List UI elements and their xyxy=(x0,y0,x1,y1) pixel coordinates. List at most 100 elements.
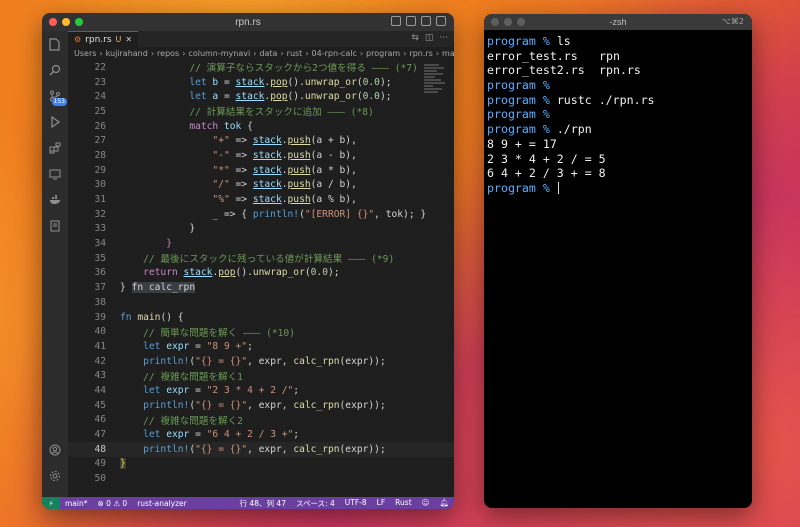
code-line[interactable]: 38 xyxy=(68,295,454,310)
toggle-secondary-sidebar-icon[interactable] xyxy=(421,16,431,26)
account-icon[interactable] xyxy=(42,437,68,463)
code-line[interactable]: 23 let b = stack. pop (). unwrap_or(0.0); xyxy=(68,75,454,90)
code-line[interactable]: 34 } xyxy=(68,236,454,251)
code-token: stack xyxy=(235,76,265,88)
code-line[interactable]: 48 println!("{} = {}", expr, calc_rpn (ex… xyxy=(68,441,454,457)
minimize-window-button[interactable] xyxy=(62,18,70,26)
file-name: rpn.rs xyxy=(599,63,641,78)
status-eol[interactable]: LF xyxy=(372,498,391,509)
breadcrumb-item[interactable]: 04-rpn-calc xyxy=(312,49,357,58)
code-line[interactable]: 26 match tok { xyxy=(68,119,454,134)
code-line[interactable]: 22 // 演算子ならスタックから2つ値を得る ——— (*7) xyxy=(68,60,454,75)
code-line[interactable]: 46 // 複雑な問題を解く2 xyxy=(68,413,454,428)
run-debug-icon[interactable] xyxy=(42,109,68,135)
terminal-minimize-button[interactable] xyxy=(504,18,512,26)
breadcrumb-item[interactable]: Users xyxy=(74,49,96,58)
code-line[interactable]: 24 let a = stack. pop (). unwrap_or(0.0); xyxy=(68,89,454,104)
status-language[interactable]: Rust xyxy=(390,498,416,509)
line-number: 40 xyxy=(94,326,106,338)
code-line[interactable]: 41 let expr = "8 9 +"; xyxy=(68,339,454,354)
remote-explorer-icon[interactable] xyxy=(42,161,68,187)
close-window-button[interactable] xyxy=(49,18,57,26)
status-bar: ⚡ main* ⊗ 0 ⚠ 0 rust-analyzer 行 48、列 47 … xyxy=(42,497,454,509)
close-tab-icon[interactable]: ✕ xyxy=(125,35,132,44)
tab-rpn-rs[interactable]: ⚙ rpn.rs U ✕ xyxy=(68,31,139,47)
status-problems[interactable]: ⊗ 0 ⚠ 0 xyxy=(93,499,133,508)
code-line[interactable]: 50 xyxy=(68,471,454,486)
code-line[interactable]: 37} fn calc_rpn xyxy=(68,280,454,295)
code-token: return xyxy=(143,267,184,279)
code-line[interactable]: 45 println!("{} = {}", expr, calc_rpn (ex… xyxy=(68,398,454,413)
status-cursor-position[interactable]: 行 48、列 47 xyxy=(235,498,291,509)
toggle-panel-icon[interactable] xyxy=(406,16,416,26)
terminal-titlebar: -zsh ⌥⌘2 xyxy=(484,14,752,30)
feedback-icon[interactable]: ☺ xyxy=(417,498,435,509)
terminal-output[interactable]: program % ls error_test.rs rpn error_test2.… xyxy=(484,30,752,200)
terminal-line: error_test.rs rpn xyxy=(487,49,749,64)
code-line[interactable]: 42 println!("{} = {}", expr, calc_rpn (ex… xyxy=(68,354,454,369)
code-line[interactable]: 25 // 計算結果をスタックに追加 ——— (*8) xyxy=(68,104,454,119)
settings-gear-icon[interactable] xyxy=(42,463,68,489)
code-token: stack xyxy=(252,149,282,161)
status-language-server[interactable]: rust-analyzer xyxy=(132,499,192,508)
code-line[interactable]: 49} xyxy=(68,457,454,472)
code-token: "{} = {}" xyxy=(195,443,248,455)
terminal-close-button[interactable] xyxy=(491,18,499,26)
customize-layout-icon[interactable] xyxy=(436,16,446,26)
code-view[interactable]: 22 // 演算子ならスタックから2つ値を得る ——— (*7) 23 let b… xyxy=(68,60,454,497)
breadcrumb-item[interactable]: column-mynavi xyxy=(188,49,250,58)
code-line[interactable]: 30 "/" => stack. push (a / b), xyxy=(68,178,454,193)
compare-changes-icon[interactable]: ⇆ xyxy=(411,33,419,43)
breadcrumb-item[interactable]: rpn.rs xyxy=(409,49,432,58)
terminal-line: program % xyxy=(487,78,749,93)
code-token: => xyxy=(229,179,253,191)
breadcrumb-item[interactable]: kujirahand xyxy=(106,49,148,58)
zoom-window-button[interactable] xyxy=(75,18,83,26)
code-line[interactable]: 47 let expr = "6 4 + 2 / 3 +"; xyxy=(68,427,454,442)
code-line[interactable]: 27 "+" => stack. push (a + b), xyxy=(68,133,454,148)
code-line[interactable]: 43 // 複雑な問題を解く1 xyxy=(68,368,454,383)
breadcrumb-item[interactable]: data xyxy=(259,49,277,58)
line-number: 48 xyxy=(94,443,106,455)
status-indentation[interactable]: スペース: 4 xyxy=(291,498,340,509)
code-line[interactable]: 29 "*" => stack. push (a * b), xyxy=(68,163,454,178)
status-encoding[interactable]: UTF-8 xyxy=(340,498,372,509)
code-line[interactable]: 44 let expr = "2 3 * 4 + 2 /"; xyxy=(68,383,454,398)
extensions-icon[interactable] xyxy=(42,135,68,161)
breadcrumb-item[interactable]: program xyxy=(366,49,400,58)
more-actions-icon[interactable]: ··· xyxy=(439,33,448,43)
code-line[interactable]: 32 _ => { println!("[ERROR] {}", tok); } xyxy=(68,207,454,222)
source-control-icon[interactable]: 153 xyxy=(42,83,68,109)
breadcrumb-item[interactable]: repos xyxy=(157,49,179,58)
code-line[interactable]: 40 // 簡単な問題を解く ——— (*10) xyxy=(68,324,454,339)
breadcrumb-item[interactable]: main xyxy=(442,49,454,58)
terminal-zoom-button[interactable] xyxy=(517,18,525,26)
code-line[interactable]: 28 "-" => stack. push (a - b), xyxy=(68,148,454,163)
toggle-sidebar-icon[interactable] xyxy=(391,16,401,26)
code-line[interactable]: 31 "%" => stack. push (a % b), xyxy=(68,192,454,207)
breadcrumb-separator: › xyxy=(280,49,284,58)
status-branch[interactable]: main* xyxy=(60,499,93,508)
notifications-bell-icon[interactable]: 🔔︎ xyxy=(434,498,454,509)
search-icon[interactable] xyxy=(42,57,68,83)
code-token: 0.0 xyxy=(362,76,380,88)
split-editor-icon[interactable]: ◫ xyxy=(425,33,434,43)
remote-indicator-icon[interactable]: ⚡ xyxy=(42,497,60,509)
code-line[interactable]: 35 // 最後にスタックに残っている値が計算結果 ——— (*9) xyxy=(68,251,454,266)
line-number: 29 xyxy=(94,164,106,176)
notebook-icon[interactable] xyxy=(42,213,68,239)
docker-icon[interactable] xyxy=(42,187,68,213)
explorer-icon[interactable] xyxy=(42,31,68,57)
code-token: stack xyxy=(252,179,282,191)
code-token: , tok); } xyxy=(374,208,427,220)
shell-prompt: program % xyxy=(487,107,557,122)
line-number: 30 xyxy=(94,179,106,191)
code-line[interactable]: 36 return stack. pop (). unwrap_or(0.0); xyxy=(68,266,454,281)
code-line[interactable]: 33 } xyxy=(68,222,454,237)
breadcrumb-item[interactable]: rust xyxy=(287,49,303,58)
code-line[interactable]: 39 fn main() { xyxy=(68,310,454,325)
